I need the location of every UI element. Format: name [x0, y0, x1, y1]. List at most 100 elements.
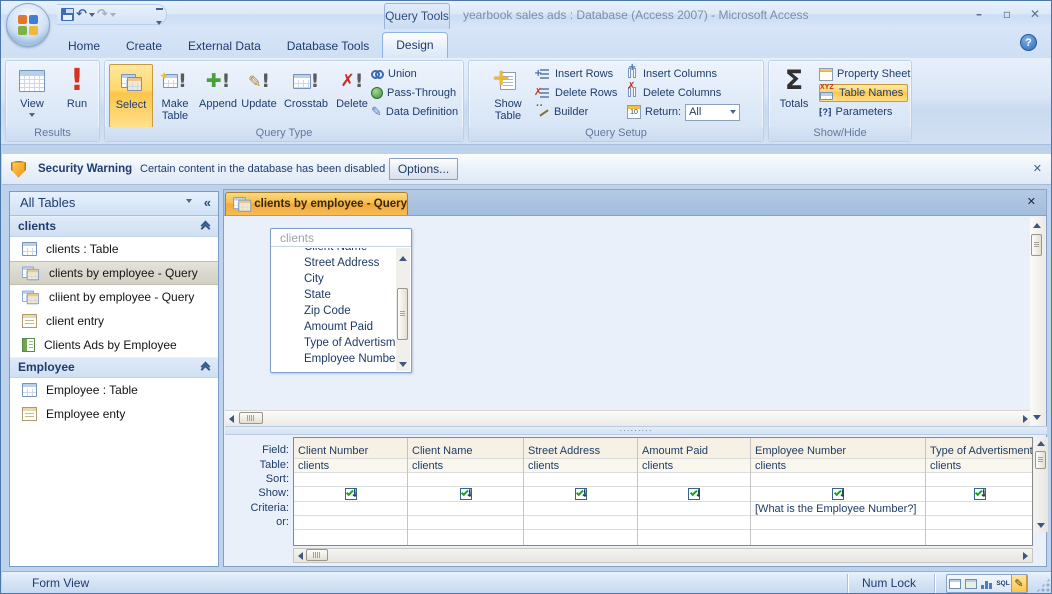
resize-grip[interactable]	[1036, 578, 1050, 592]
grid-cell-criteria[interactable]	[638, 502, 750, 516]
make-table-button[interactable]: ✦! Make Table	[155, 64, 195, 128]
nav-item[interactable]: clients : Table	[10, 237, 218, 261]
nav-pane-collapse-icon[interactable]: «	[204, 195, 211, 210]
tab-create[interactable]: Create	[113, 34, 175, 58]
collapse-chevron-icon[interactable]: ▴▴	[201, 363, 210, 374]
show-checkbox[interactable]: ✔	[688, 488, 700, 500]
field-list-item[interactable]: Type of Advertism	[272, 335, 396, 351]
grid-cell-criteria[interactable]	[408, 502, 523, 516]
grid-cell-show[interactable]: ✔	[294, 487, 407, 502]
field-list-item[interactable]: Employee Numbe	[272, 351, 396, 367]
select-query-button[interactable]: Select	[109, 64, 153, 128]
sql-view-button[interactable]: SQL	[995, 575, 1011, 592]
options-button[interactable]: Options...	[389, 158, 458, 180]
grid-cell-show[interactable]: ✔	[408, 487, 523, 502]
document-close-icon[interactable]: ✕	[1027, 195, 1036, 208]
show-checkbox[interactable]: ✔	[832, 488, 844, 500]
tab-external-data[interactable]: External Data	[175, 34, 274, 58]
grid-cell-sort[interactable]	[638, 473, 750, 487]
design-view-button[interactable]: ✎	[1011, 575, 1027, 592]
help-button[interactable]: ?	[1020, 34, 1037, 51]
undo-icon[interactable]: ↶	[76, 8, 87, 21]
data-definition-button[interactable]: ✎ Data Definition	[371, 103, 458, 121]
office-button[interactable]	[6, 3, 50, 47]
grid-cell-sort[interactable]	[408, 473, 523, 487]
grid-cell-field[interactable]: Amoumt Paid	[638, 438, 750, 459]
delete-columns-button[interactable]: ✗ Delete Columns	[627, 84, 721, 102]
grid-cell-criteria[interactable]	[926, 502, 1033, 516]
grid-cell-show[interactable]: ✔	[638, 487, 750, 502]
show-checkbox[interactable]: ✔	[575, 488, 587, 500]
return-combo[interactable]: All	[685, 104, 740, 121]
grid-cell-table[interactable]: clients	[638, 459, 750, 473]
close-button[interactable]: ✕	[1027, 7, 1043, 21]
table-names-button[interactable]: XYZ Table Names	[819, 84, 908, 102]
pivottable-view-button[interactable]	[963, 575, 979, 592]
show-table-button[interactable]: + Show Table	[485, 64, 531, 128]
field-list-item[interactable]: State	[272, 287, 396, 303]
maximize-button[interactable]: ▫	[999, 7, 1015, 21]
security-bar-close-icon[interactable]: ✕	[1033, 162, 1042, 175]
update-button[interactable]: ✎! Update	[237, 64, 281, 128]
field-list-item[interactable]: Zip Code	[272, 303, 396, 319]
nav-pane-header[interactable]: All Tables «	[10, 192, 218, 216]
grid-cell-criteria[interactable]	[294, 502, 407, 516]
datasheet-view-button[interactable]	[947, 575, 963, 592]
grid-cell-table[interactable]: clients	[408, 459, 523, 473]
field-list-item[interactable]: Amoumt Paid	[272, 319, 396, 335]
nav-group-header-clients[interactable]: clients▴▴	[10, 216, 218, 237]
insert-columns-button[interactable]: + Insert Columns	[627, 65, 717, 83]
pivotchart-view-button[interactable]	[979, 575, 995, 592]
nav-item[interactable]: Clients Ads by Employee	[10, 333, 218, 357]
top-pane-hscrollbar[interactable]	[225, 410, 1032, 426]
grid-cell-sort[interactable]	[294, 473, 407, 487]
grid-cell-table[interactable]: clients	[294, 459, 407, 473]
collapse-chevron-icon[interactable]: ▴▴	[201, 222, 210, 233]
delete-rows-button[interactable]: ✗ Delete Rows	[537, 84, 617, 102]
grid-cell-table[interactable]: clients	[926, 459, 1033, 473]
view-button[interactable]: View	[12, 64, 52, 128]
grid-cell-field[interactable]: Type of Advertisment	[926, 438, 1033, 459]
pass-through-button[interactable]: Pass-Through	[371, 84, 456, 102]
grid-vscrollbar[interactable]	[1034, 437, 1048, 532]
field-list-item[interactable]: Street Address	[272, 255, 396, 271]
nav-pane-dropdown-icon[interactable]	[186, 199, 192, 203]
tab-design[interactable]: Design	[382, 32, 447, 58]
builder-button[interactable]: Builder	[537, 103, 588, 121]
grid-cell-or[interactable]	[524, 516, 637, 530]
grid-cell-show[interactable]: ✔	[751, 487, 925, 502]
nav-item[interactable]: cliient by employee - Query	[10, 285, 218, 309]
union-button[interactable]: Union	[371, 65, 417, 83]
document-tab[interactable]: clients by employee - Query	[225, 192, 408, 216]
undo-dropdown-icon[interactable]	[89, 13, 95, 17]
insert-rows-button[interactable]: + Insert Rows	[537, 65, 613, 83]
grid-cell-sort[interactable]	[524, 473, 637, 487]
grid-cell-or[interactable]	[294, 516, 407, 530]
append-button[interactable]: ✚! Append	[195, 64, 241, 128]
grid-cell-criteria[interactable]: [What is the Employee Number?]	[751, 502, 925, 516]
field-list-item[interactable]: Client Name	[272, 248, 396, 255]
redo-dropdown-icon[interactable]	[110, 13, 116, 17]
crosstab-button[interactable]: ! Crosstab	[281, 64, 331, 128]
nav-group-header-employee[interactable]: Employee▴▴	[10, 357, 218, 378]
grid-cell-table[interactable]: clients	[751, 459, 925, 473]
grid-cell-field[interactable]: Employee Number	[751, 438, 925, 459]
show-checkbox[interactable]: ✔	[974, 488, 986, 500]
grid-cell-or[interactable]	[926, 516, 1033, 530]
tab-home[interactable]: Home	[55, 34, 113, 58]
field-list-item[interactable]: City	[272, 271, 396, 287]
grid-cell-or[interactable]	[408, 516, 523, 530]
grid-hscrollbar[interactable]	[293, 548, 1033, 563]
grid-cell-sort[interactable]	[751, 473, 925, 487]
delete-query-button[interactable]: ✗! Delete	[331, 64, 373, 128]
save-icon[interactable]	[61, 8, 74, 21]
run-button[interactable]: ! Run	[58, 64, 96, 128]
grid-cell-criteria[interactable]	[524, 502, 637, 516]
nav-item[interactable]: Employee enty	[10, 402, 218, 426]
nav-item[interactable]: client entry	[10, 309, 218, 333]
grid-cell-field[interactable]: Client Name	[408, 438, 523, 459]
grid-cell-or[interactable]	[751, 516, 925, 530]
minimize-button[interactable]: –	[971, 7, 987, 21]
grid-cell-show[interactable]: ✔	[926, 487, 1033, 502]
property-sheet-button[interactable]: Property Sheet	[819, 65, 910, 83]
